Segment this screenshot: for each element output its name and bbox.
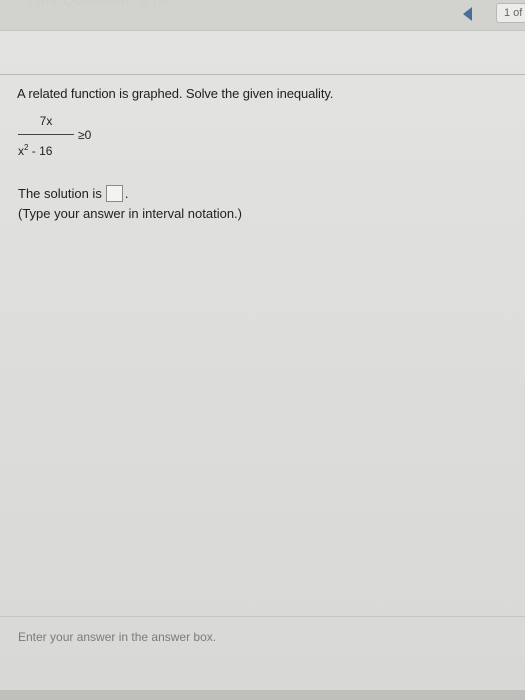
back-arrow-icon[interactable] [460,4,476,24]
question-header: This Question: 1 pt 1 of [0,0,525,30]
inequality-relation: ≥0 [78,128,92,142]
solution-prefix: The solution is [18,186,102,201]
header-divider [0,30,525,31]
question-divider [0,74,525,75]
footer-divider [0,616,525,617]
solution-line: The solution is . [18,185,128,202]
fraction-denominator: x2 - 16 [18,143,52,158]
fraction-numerator: 7x [39,114,53,128]
fraction-bar [18,134,74,135]
question-points-label: This Question: 1 pt [26,0,168,9]
answer-instruction: (Type your answer in interval notation.) [18,206,242,221]
question-screen: This Question: 1 pt 1 of A related funct… [0,0,525,700]
question-prompt: A related function is graphed. Solve the… [17,86,334,101]
denominator-rest: - 16 [28,144,53,158]
inequality-fraction: 7x x2 - 16 [18,114,74,160]
bottom-edge [0,690,525,700]
solution-period: . [124,186,129,201]
page-counter: 1 of [496,3,525,23]
answer-input-box[interactable] [105,185,123,202]
answer-hint: Enter your answer in the answer box. [18,630,217,644]
